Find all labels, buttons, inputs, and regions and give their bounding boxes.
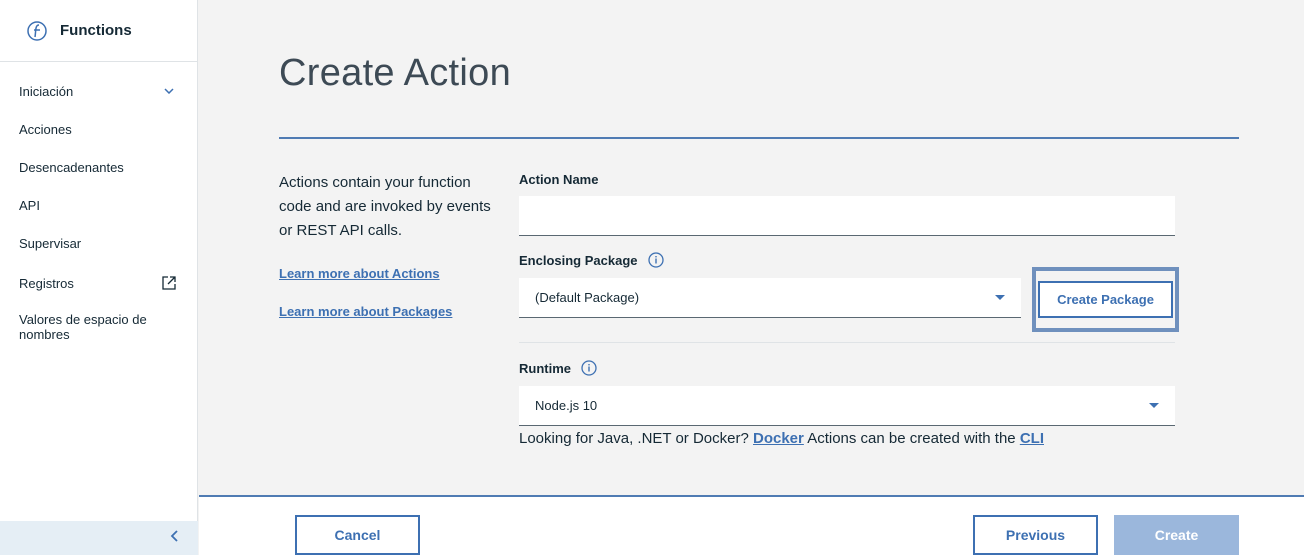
sidebar-nav: Iniciación Acciones Desencadenantes API … <box>0 62 197 350</box>
action-name-label-text: Action Name <box>519 172 599 187</box>
runtime-note: Looking for Java, .NET or Docker? Docker… <box>519 430 1044 447</box>
form-divider <box>519 342 1175 343</box>
info-icon[interactable] <box>647 252 664 268</box>
runtime-note-middle: Actions can be created with the <box>803 430 1020 447</box>
enclosing-package-label: Enclosing Package <box>519 252 664 268</box>
enclosing-package-value: (Default Package) <box>535 290 640 305</box>
sidebar: Functions Iniciación Acciones Desencaden… <box>0 0 198 555</box>
title-divider <box>279 137 1239 139</box>
sidebar-item-label: Desencadenantes <box>19 159 124 175</box>
functions-logo-icon <box>26 20 48 42</box>
previous-button[interactable]: Previous <box>973 515 1098 555</box>
action-name-input[interactable] <box>519 196 1175 236</box>
sidebar-collapse-button[interactable] <box>0 521 198 555</box>
page-title: Create Action <box>279 52 512 94</box>
enclosing-package-label-text: Enclosing Package <box>519 252 638 268</box>
create-button[interactable]: Create <box>1114 515 1239 555</box>
runtime-label: Runtime <box>519 360 597 376</box>
learn-packages-link[interactable]: Learn more about Packages <box>279 304 452 319</box>
sidebar-item-acciones[interactable]: Acciones <box>0 110 197 148</box>
info-icon[interactable] <box>581 360 597 376</box>
caret-down-icon <box>995 295 1005 300</box>
main-content: Create Action Actions contain your funct… <box>199 0 1304 555</box>
cli-link[interactable]: CLI <box>1020 430 1044 447</box>
sidebar-item-desencadenantes[interactable]: Desencadenantes <box>0 148 197 186</box>
enclosing-package-select[interactable]: (Default Package) <box>519 278 1021 318</box>
sidebar-item-iniciacion[interactable]: Iniciación <box>0 72 197 110</box>
sidebar-item-label: Acciones <box>19 121 72 137</box>
runtime-select[interactable]: Node.js 10 <box>519 386 1175 426</box>
sidebar-item-valores-espacio-nombres[interactable]: Valores de espacio de nombres <box>0 304 197 350</box>
external-link-icon <box>161 275 177 291</box>
sidebar-item-label: Valores de espacio de nombres <box>19 312 147 342</box>
sidebar-item-api[interactable]: API <box>0 186 197 224</box>
action-name-label: Action Name <box>519 172 598 187</box>
runtime-note-prefix: Looking for Java, .NET or Docker? <box>519 430 753 447</box>
sidebar-brand[interactable]: Functions <box>0 0 197 62</box>
caret-down-icon <box>1149 403 1159 408</box>
sidebar-item-label: Registros <box>19 275 74 291</box>
sidebar-item-label: Iniciación <box>19 83 74 99</box>
sidebar-item-label: Supervisar <box>19 235 82 251</box>
create-package-focus-ring: Create Package <box>1032 267 1179 332</box>
chevron-down-icon[interactable] <box>161 83 177 99</box>
sidebar-item-supervisar[interactable]: Supervisar <box>0 224 197 262</box>
docker-link[interactable]: Docker <box>753 430 804 447</box>
chevron-left-icon[interactable] <box>170 529 178 547</box>
create-package-button[interactable]: Create Package <box>1038 281 1173 318</box>
cancel-button[interactable]: Cancel <box>295 515 420 555</box>
learn-actions-link[interactable]: Learn more about Actions <box>279 266 440 281</box>
action-description: Actions contain your function code and a… <box>279 174 491 239</box>
sidebar-item-label: API <box>19 197 40 213</box>
runtime-value: Node.js 10 <box>535 398 598 413</box>
sidebar-title: Functions <box>60 22 132 39</box>
runtime-label-text: Runtime <box>519 360 571 376</box>
sidebar-item-registros[interactable]: Registros <box>0 262 197 304</box>
footer-bar: Cancel Previous Create <box>199 495 1304 555</box>
